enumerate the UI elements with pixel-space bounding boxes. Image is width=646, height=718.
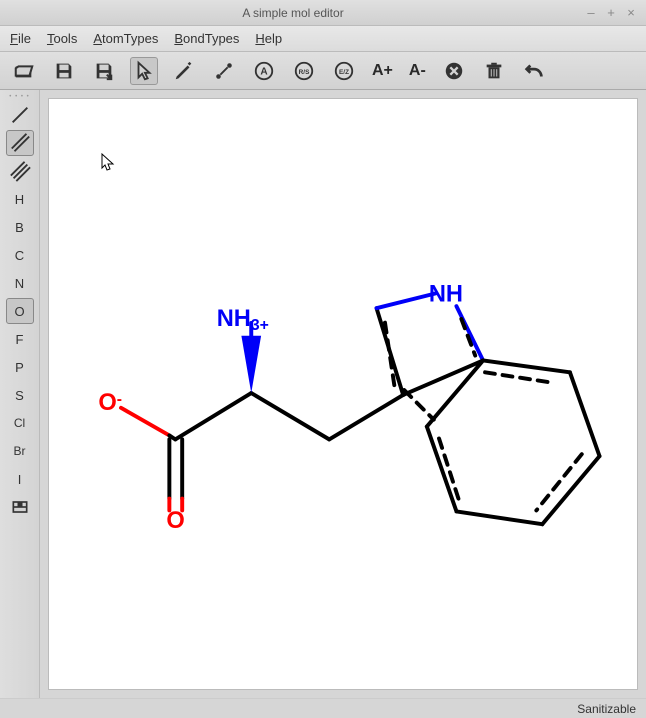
increase-size-button[interactable]: A+ <box>370 57 395 85</box>
element-h[interactable]: H <box>6 186 34 212</box>
titlebar: A simple mol editor – + × <box>0 0 646 26</box>
side-toolbar: • • • • H B C N O F P S Cl Br I <box>0 90 40 698</box>
single-bond-icon[interactable] <box>6 102 34 128</box>
periodic-table-icon[interactable] <box>6 494 34 520</box>
o-dbl-label: O <box>166 508 184 534</box>
menu-file[interactable]: File <box>10 31 31 46</box>
o-minus-label: O- <box>98 390 122 416</box>
canvas-area: O- O NH3+ NH <box>40 90 646 698</box>
close-button[interactable]: × <box>624 6 638 20</box>
menu-atomtypes[interactable]: AtomTypes <box>93 31 158 46</box>
bond-tool-icon[interactable] <box>210 57 238 85</box>
status-text: Sanitizable <box>577 702 636 716</box>
svg-text:A: A <box>260 66 268 77</box>
triple-bond-icon[interactable] <box>6 158 34 184</box>
nh-label: NH <box>429 281 463 307</box>
menu-tools[interactable]: Tools <box>47 31 77 46</box>
element-b[interactable]: B <box>6 214 34 240</box>
element-cl[interactable]: Cl <box>6 410 34 436</box>
statusbar: Sanitizable <box>0 698 646 718</box>
ez-icon[interactable]: E/Z <box>330 57 358 85</box>
element-c[interactable]: C <box>6 242 34 268</box>
saveas-icon[interactable] <box>90 57 118 85</box>
window-title: A simple mol editor <box>8 6 578 20</box>
rs-icon[interactable]: R/S <box>290 57 318 85</box>
folder-open-icon[interactable] <box>10 57 38 85</box>
menubar: File Tools AtomTypes BondTypes Help <box>0 26 646 52</box>
menu-bondtypes[interactable]: BondTypes <box>174 31 239 46</box>
element-s[interactable]: S <box>6 382 34 408</box>
decrease-size-button[interactable]: A- <box>407 57 428 85</box>
pencil-icon[interactable] <box>170 57 198 85</box>
save-icon[interactable] <box>50 57 78 85</box>
element-n[interactable]: N <box>6 270 34 296</box>
svg-text:E/Z: E/Z <box>339 68 349 75</box>
molecule-svg: O- O NH3+ NH <box>49 99 637 689</box>
maximize-button[interactable]: + <box>604 6 618 20</box>
toolbar-grip[interactable]: • • • • <box>5 94 35 100</box>
element-br[interactable]: Br <box>6 438 34 464</box>
main-area: • • • • H B C N O F P S Cl Br I <box>0 90 646 698</box>
menu-help[interactable]: Help <box>255 31 282 46</box>
element-f[interactable]: F <box>6 326 34 352</box>
element-p[interactable]: P <box>6 354 34 380</box>
element-i[interactable]: I <box>6 466 34 492</box>
nh3-label: NH3+ <box>217 306 269 334</box>
cursor-icon[interactable] <box>130 57 158 85</box>
svg-text:R/S: R/S <box>299 68 310 75</box>
remove-atom-icon[interactable] <box>440 57 468 85</box>
double-bond-icon[interactable] <box>6 130 34 156</box>
toolbar: A R/S E/Z A+ A- <box>0 52 646 90</box>
drawing-canvas[interactable]: O- O NH3+ NH <box>48 98 638 690</box>
trash-icon[interactable] <box>480 57 508 85</box>
minimize-button[interactable]: – <box>584 6 598 20</box>
atom-a-icon[interactable]: A <box>250 57 278 85</box>
undo-icon[interactable] <box>520 57 548 85</box>
element-o[interactable]: O <box>6 298 34 324</box>
